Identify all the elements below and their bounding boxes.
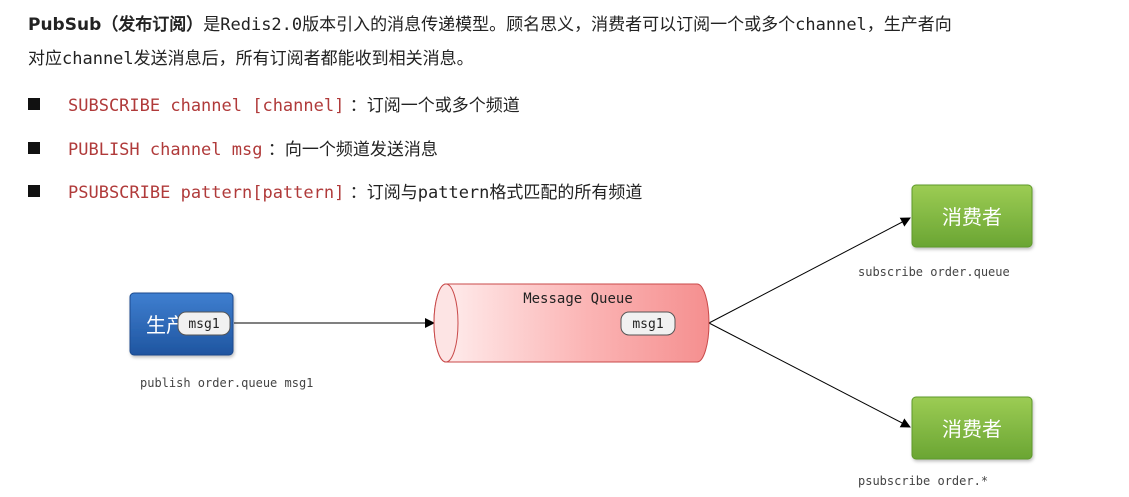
producer-msg-pill: msg1	[177, 311, 231, 336]
queue-msg-label: msg1	[632, 317, 663, 332]
consumer-top-label: 消费者	[942, 205, 1002, 229]
producer-caption: publish order.queue msg1	[140, 376, 313, 390]
consumer-bottom-box: 消费者	[911, 396, 1033, 460]
arrow-queue-to-consumer-bottom	[708, 322, 911, 428]
consumer-top-box: 消费者	[911, 184, 1033, 248]
consumer-bottom-label: 消费者	[942, 417, 1002, 441]
consumer-top-caption: subscribe order.queue	[858, 265, 1010, 279]
pubsub-diagram: 生产 msg1 publish order.queue msg1 Message…	[129, 184, 1033, 488]
queue-msg-pill: msg1	[620, 311, 676, 336]
consumer-bottom-caption: psubscribe order.*	[858, 474, 988, 488]
queue-title: Message Queue	[523, 291, 633, 307]
producer-msg-label: msg1	[188, 317, 219, 332]
